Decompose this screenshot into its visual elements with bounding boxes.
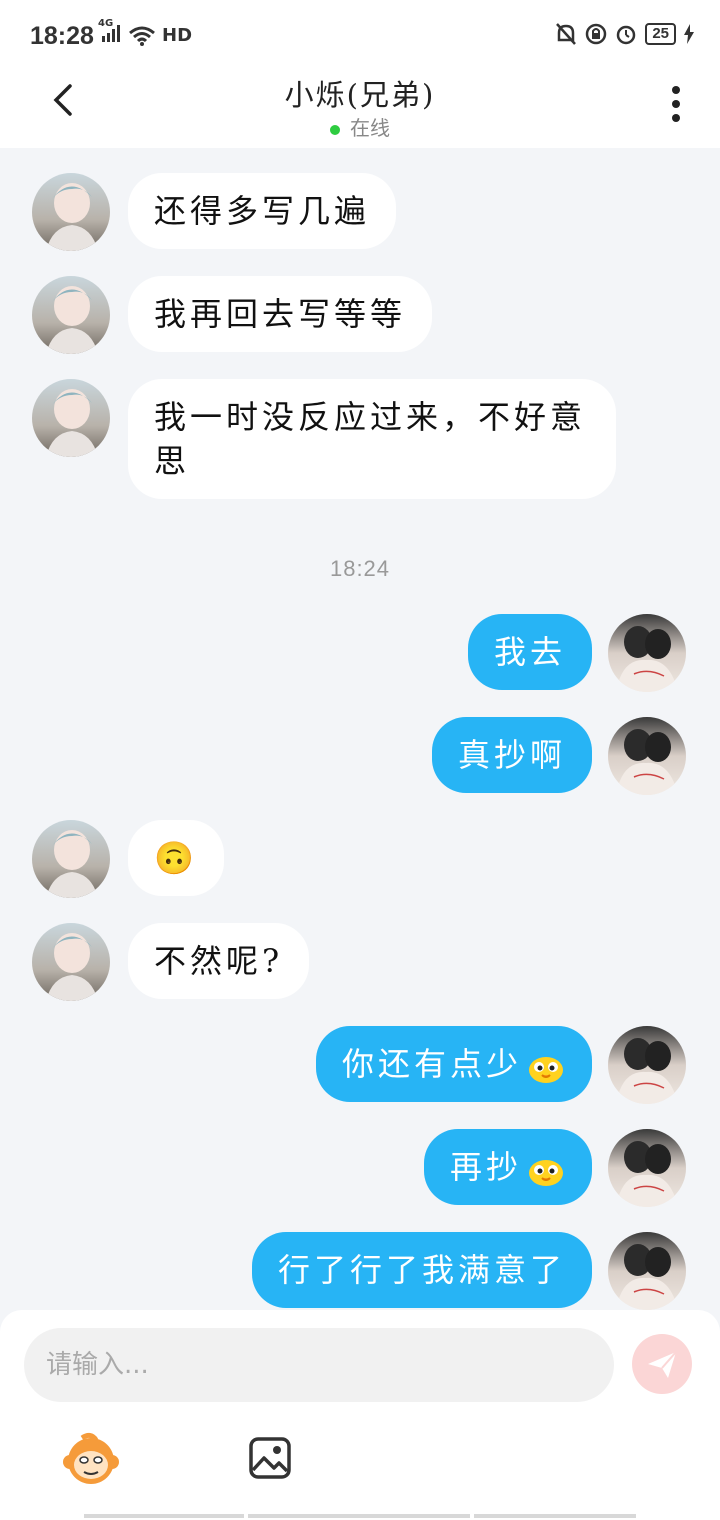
status-bar: 18:28 4G HD 25: [0, 0, 720, 72]
incoming-message[interactable]: 不然呢?: [128, 923, 310, 999]
contact-avatar[interactable]: [32, 276, 110, 354]
charging-icon: [684, 24, 694, 44]
outgoing-message[interactable]: 你还有点少: [315, 1026, 592, 1102]
contact-avatar[interactable]: [32, 820, 110, 898]
incoming-message[interactable]: 我再回去写等等: [128, 276, 433, 352]
contact-avatar[interactable]: [32, 923, 110, 1001]
paper-plane-icon: [648, 1351, 677, 1378]
outgoing-message[interactable]: 行了行了我满意了: [251, 1232, 592, 1308]
contact-avatar[interactable]: [32, 173, 110, 251]
chat-header: 小烁(兄弟) 在线: [0, 72, 720, 148]
message-line: 我一时没反应过来，不好意: [154, 398, 587, 436]
wifi-icon: [129, 26, 155, 46]
incoming-message[interactable]: 🙃: [128, 820, 224, 896]
user-avatar[interactable]: [608, 1129, 686, 1207]
status-time: 18:28: [30, 22, 94, 50]
lock-rotation-icon: [586, 23, 607, 45]
alarm-icon: [617, 25, 636, 45]
bottom-divider: [84, 1514, 244, 1518]
outgoing-message[interactable]: 我去: [467, 614, 592, 690]
image-icon[interactable]: [248, 1436, 292, 1480]
user-avatar[interactable]: [608, 1026, 686, 1104]
monkey-emoji-icon[interactable]: [62, 1430, 120, 1488]
user-avatar[interactable]: [608, 717, 686, 795]
bottom-divider: [248, 1514, 470, 1518]
timestamp-divider: 18:24: [329, 556, 391, 581]
bottom-divider: [474, 1514, 636, 1518]
message-input[interactable]: 请输入...: [24, 1328, 614, 1402]
cellular-signal-icon: 4G: [98, 18, 122, 47]
outgoing-message[interactable]: 真抄啊: [431, 717, 592, 793]
battery-icon: 25: [645, 23, 676, 45]
message-composer: 请输入...: [0, 1310, 720, 1520]
outgoing-message[interactable]: 再抄: [423, 1129, 592, 1205]
contact-avatar[interactable]: [32, 379, 110, 457]
online-dot-icon: [330, 124, 340, 135]
message-line: 思: [154, 442, 191, 480]
yellow-chick-sticker-icon: [529, 1056, 563, 1083]
user-avatar[interactable]: [608, 614, 686, 692]
send-button[interactable]: [632, 1334, 692, 1394]
message-list[interactable]: 还得多写几遍 我再回去写等等 我一时没反应过来，不好意 思 18:24 我去 真…: [0, 148, 720, 1310]
more-menu-icon[interactable]: [668, 84, 684, 124]
mute-bell-icon: [556, 23, 577, 45]
yellow-chick-sticker-icon: [529, 1159, 563, 1186]
online-status: 在线: [0, 112, 720, 141]
incoming-message[interactable]: 我一时没反应过来，不好意 思: [128, 379, 616, 499]
hd-icon: HD: [162, 25, 193, 46]
incoming-message[interactable]: 还得多写几遍: [128, 173, 397, 249]
contact-name: 小烁(兄弟): [284, 78, 436, 112]
user-avatar[interactable]: [608, 1232, 686, 1310]
